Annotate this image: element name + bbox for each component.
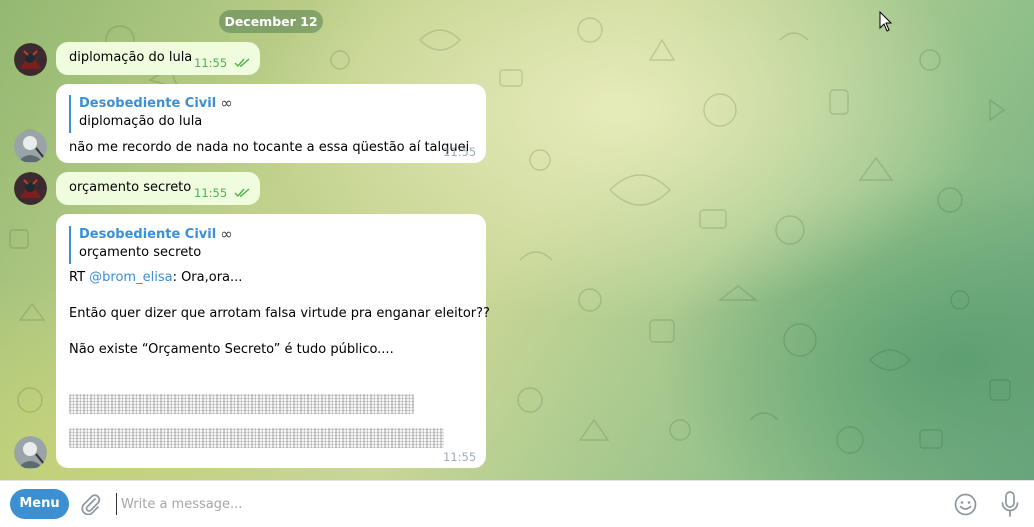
reply-quote[interactable]: Desobediente Civil ∞ orçamento secreto	[69, 226, 233, 264]
mention-link[interactable]: @brom_elisa	[89, 270, 172, 285]
message-bubble-2[interactable]: Desobediente Civil ∞ diplomação do lula …	[56, 84, 486, 163]
avatar-self[interactable]	[14, 172, 47, 205]
paperclip-icon[interactable]	[80, 493, 102, 515]
message-line-1: RT @brom_elisa: Ora,ora...	[69, 270, 242, 285]
message-input[interactable]	[116, 493, 916, 515]
rt-suffix: : Ora,ora...	[172, 270, 243, 285]
menu-button[interactable]: Menu	[10, 489, 69, 519]
message-time: 11:55	[194, 186, 228, 200]
avatar-contact[interactable]	[14, 130, 47, 163]
message-line-3: Não existe “Orçamento Secreto” é tudo pú…	[69, 342, 394, 357]
mouse-pointer-icon	[879, 11, 893, 32]
message-text: diplomação do lula	[69, 50, 193, 65]
microphone-icon[interactable]	[1000, 491, 1020, 517]
date-badge: December 12	[219, 10, 323, 33]
reply-text: orçamento secreto	[79, 245, 202, 260]
reply-author: Desobediente Civil	[79, 227, 217, 242]
double-check-icon	[234, 188, 250, 198]
message-bubble-4[interactable]: Desobediente Civil ∞ orçamento secreto R…	[56, 214, 490, 468]
avatar-contact[interactable]	[14, 436, 47, 469]
blurred-content	[69, 394, 414, 414]
reply-quote[interactable]: Desobediente Civil ∞ diplomação do lula	[69, 95, 233, 133]
avatar-self[interactable]	[14, 43, 47, 76]
message-bubble-3[interactable]: orçamento secreto 11:55	[56, 172, 260, 205]
message-time: 11:55	[194, 56, 228, 70]
chat-background: December 12 diplomação do lula 11:55 Des…	[0, 0, 1034, 480]
message-time: 11:55	[443, 450, 477, 464]
infinity-icon: ∞	[220, 94, 233, 112]
message-line-2: Então quer dizer que arrotam falsa virtu…	[69, 306, 490, 321]
message-composer: Menu	[0, 480, 1034, 527]
message-bubble-1[interactable]: diplomação do lula 11:55	[56, 42, 260, 75]
infinity-icon: ∞	[220, 225, 233, 243]
double-check-icon	[234, 58, 250, 68]
reply-text: diplomação do lula	[79, 114, 203, 129]
reply-author: Desobediente Civil	[79, 96, 217, 111]
blurred-content	[69, 428, 444, 448]
message-text: não me recordo de nada no tocante a essa…	[69, 140, 470, 155]
rt-prefix: RT	[69, 270, 90, 285]
message-time: 11:55	[443, 145, 477, 159]
emoji-icon[interactable]	[954, 493, 977, 516]
message-text: orçamento secreto	[69, 180, 192, 195]
